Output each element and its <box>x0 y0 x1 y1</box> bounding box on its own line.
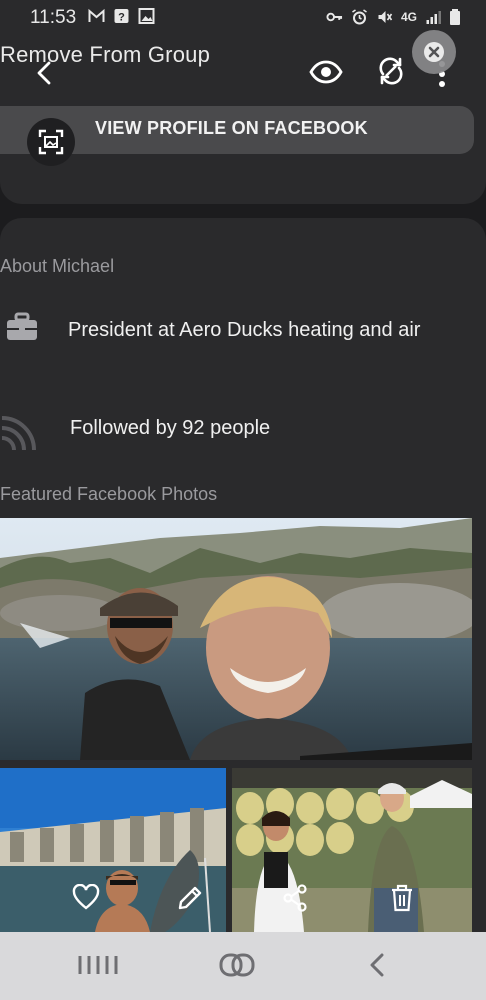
briefcase-icon <box>7 312 37 340</box>
rss-icon <box>1 416 36 450</box>
featured-photos-heading: Featured Facebook Photos <box>0 484 218 504</box>
svg-text:?: ? <box>118 12 125 24</box>
home-icon[interactable] <box>218 952 256 978</box>
view-profile-label: VIEW PROFILE ON FACEBOOK <box>95 118 368 138</box>
eye-icon[interactable] <box>308 54 344 90</box>
followers-text: Followed by 92 people <box>70 417 271 439</box>
share-icon[interactable] <box>282 884 310 912</box>
recents-icon[interactable] <box>76 952 120 978</box>
close-bubble-button[interactable] <box>412 30 456 74</box>
sync-icon[interactable] <box>374 54 408 88</box>
network-type: 4G <box>400 10 417 24</box>
status-bar: 11:53 ? 4G <box>0 0 486 36</box>
notification-icons: ? <box>88 8 155 24</box>
featured-photo-dam[interactable] <box>0 768 226 932</box>
screenshot-icon <box>38 129 64 155</box>
work-text: President at Aero Ducks heating and air <box>68 319 421 341</box>
mute-icon <box>378 11 393 23</box>
system-nav-bar <box>0 932 486 1000</box>
view-profile-icon-button[interactable] <box>27 118 75 166</box>
status-time: 11:53 <box>30 7 77 28</box>
featured-photo-main[interactable] <box>0 518 472 760</box>
edit-icon[interactable] <box>176 884 204 912</box>
delete-icon[interactable] <box>390 884 414 912</box>
help-icon: ? <box>114 9 129 24</box>
like-icon[interactable] <box>72 884 100 910</box>
battery-icon <box>450 9 460 25</box>
alarm-icon <box>352 9 367 25</box>
system-back-icon[interactable] <box>364 952 390 978</box>
signal-icon <box>426 11 441 24</box>
featured-photo-event[interactable] <box>232 768 472 932</box>
image-icon <box>138 8 155 24</box>
system-icons: 4G <box>326 9 460 25</box>
close-icon <box>424 42 444 62</box>
mail-icon <box>88 8 105 22</box>
key-icon <box>326 12 343 22</box>
back-icon[interactable] <box>30 58 60 88</box>
about-heading: About Michael <box>0 256 115 276</box>
